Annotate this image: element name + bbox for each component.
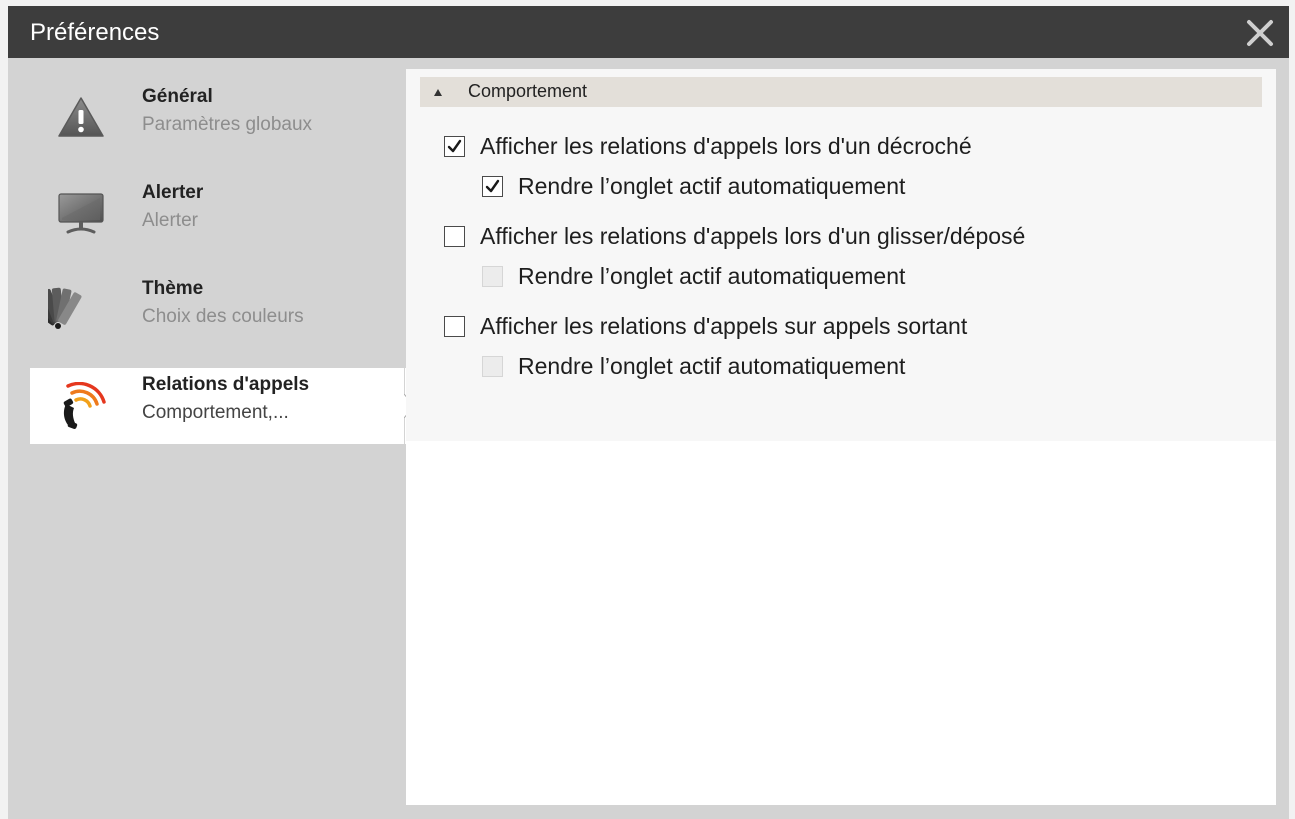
sidebar-item-sublabel: Choix des couleurs [142,306,304,327]
checkbox-show-on-drag-drop[interactable] [444,226,465,247]
checkbox-activate-tab-pickup[interactable] [482,176,503,197]
sidebar: Général Paramètres globaux Alerter Alert… [8,58,415,819]
sidebar-item-theme[interactable]: Thème Choix des couleurs [25,272,406,346]
preferences-window: Préférences Général Paramètres globaux A… [8,6,1289,819]
sidebar-item-label: Alerter [142,182,204,203]
section-header-behavior[interactable]: Comportement [420,77,1262,107]
sidebar-item-alerter[interactable]: Alerter Alerter [30,176,406,250]
option-label: Afficher les relations d'appels sur appe… [480,313,968,339]
sidebar-item-sublabel: Comportement,... [142,402,289,423]
phone-call-icon [54,381,108,430]
sidebar-item-general[interactable]: Général Paramètres globaux [30,80,406,154]
sidebar-item-sublabel: Paramètres globaux [142,114,313,135]
sidebar-item-label: Général [142,86,213,107]
monitor-icon [54,190,108,238]
option-label: Rendre l’onglet actif automatiquement [518,173,906,199]
window-title: Préférences [30,19,160,46]
option-label: Rendre l’onglet actif automatiquement [518,353,906,379]
sidebar-item-sublabel: Alerter [142,210,198,231]
close-icon[interactable] [1245,18,1275,48]
sidebar-item-label: Thème [142,278,204,299]
option-label: Afficher les relations d'appels lors d'u… [480,223,1026,249]
collapse-triangle-icon [434,89,442,96]
settings-panel: Comportement Afficher les relations d'ap… [406,69,1276,805]
checkbox-activate-tab-outgoing [482,356,503,377]
option-label: Rendre l’onglet actif automatiquement [518,263,906,289]
section-title: Comportement [468,81,588,101]
sidebar-item-label: Relations d'appels [142,374,310,395]
warning-icon [54,94,108,142]
checkbox-show-on-pickup[interactable] [444,136,465,157]
option-label: Afficher les relations d'appels lors d'u… [480,133,972,159]
checkbox-show-on-outgoing[interactable] [444,316,465,337]
sidebar-item-call-relations[interactable]: Relations d'appels Comportement,... [30,368,415,444]
color-swatch-icon [25,286,102,334]
checkbox-activate-tab-drag-drop [482,266,503,287]
title-bar: Préférences [8,6,1289,58]
